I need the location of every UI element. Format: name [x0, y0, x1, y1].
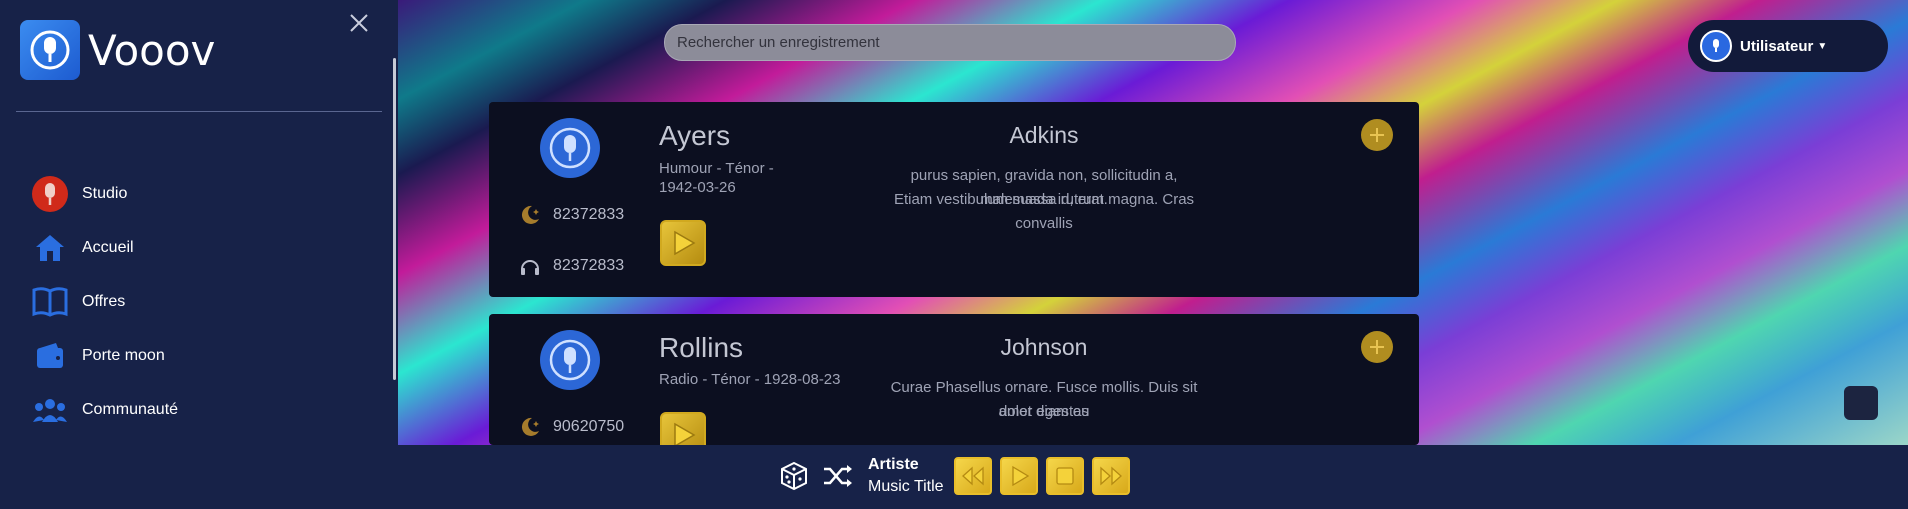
- artist-meta-line1: Humour - Ténor -: [659, 160, 774, 177]
- previous-button[interactable]: [953, 457, 992, 495]
- stop-button[interactable]: [1045, 457, 1084, 495]
- close-icon[interactable]: [348, 12, 370, 34]
- recording-description-line2: Etiam vestibulum massa rutrum magna. Cra…: [893, 191, 1195, 232]
- microphone-icon: [32, 176, 68, 212]
- sidebar-item-label: Porte moon: [82, 347, 165, 364]
- listen-count: 82372833: [553, 257, 625, 274]
- sidebar: Vooov Studio Accueil Offres Porte moon C…: [0, 0, 398, 445]
- next-button[interactable]: [1091, 457, 1130, 495]
- vooov-logo-icon: [20, 20, 80, 80]
- artist-name: Ayers: [659, 120, 731, 151]
- moon-count: 82372833: [553, 206, 625, 223]
- moon-stat: 82372833: [517, 202, 624, 228]
- recording-card[interactable]: 82372833 82372833 Ayers Humour - Ténor -…: [489, 102, 1419, 297]
- sidebar-item-communaute[interactable]: Communauté: [32, 383, 178, 437]
- sidebar-item-label: Accueil: [82, 239, 134, 256]
- sidebar-item-accueil[interactable]: Accueil: [32, 221, 178, 275]
- artist-meta-line2: 1942-03-26: [659, 179, 736, 196]
- app-name: Vooov: [88, 25, 216, 75]
- player-bar: Artiste Music Title: [0, 445, 1908, 509]
- now-playing-title: Music Title: [868, 478, 944, 495]
- user-avatar-icon: [1700, 30, 1732, 62]
- recording-description-line2: dolor egestas: [998, 403, 1090, 420]
- artist-meta-line1: Radio - Ténor - 1928-08-23: [659, 371, 841, 388]
- now-playing: Artiste Music Title: [868, 454, 944, 498]
- sidebar-item-offres[interactable]: Offres: [32, 275, 178, 329]
- sidebar-item-label: Studio: [82, 185, 128, 202]
- artist-avatar-icon: [540, 330, 600, 390]
- user-label: Utilisateur: [1740, 37, 1814, 55]
- dice-icon[interactable]: [776, 458, 812, 494]
- sidebar-item-label: Offres: [82, 293, 126, 310]
- sidebar-item-studio[interactable]: Studio: [32, 167, 178, 221]
- moon-stat: 90620750: [517, 414, 624, 440]
- add-icon[interactable]: [1361, 119, 1393, 151]
- scroll-to-top-button[interactable]: [1844, 386, 1878, 420]
- sidebar-item-porte-moon[interactable]: Porte moon: [32, 329, 178, 383]
- add-icon[interactable]: [1361, 331, 1393, 363]
- wallet-icon: [32, 338, 68, 374]
- sidebar-item-label: Communauté: [82, 401, 179, 418]
- moon-icon: [517, 202, 543, 228]
- sidebar-divider: [16, 111, 382, 112]
- recording-title: Johnson: [1000, 334, 1088, 360]
- shuffle-icon[interactable]: [820, 458, 856, 494]
- recording-card[interactable]: 90620750 Rollins Radio - Ténor - 1928-08…: [489, 314, 1419, 445]
- artist-name: Rollins: [659, 332, 744, 363]
- artist-avatar-icon: [540, 118, 600, 178]
- sidebar-scrollbar[interactable]: [393, 58, 396, 380]
- play-button[interactable]: [660, 412, 706, 445]
- home-icon: [32, 230, 68, 266]
- book-icon: [32, 284, 68, 320]
- play-button[interactable]: [999, 457, 1038, 495]
- chevron-down-icon: ▼: [1817, 40, 1828, 52]
- listen-stat: 82372833: [517, 253, 624, 279]
- headphones-icon: [517, 253, 543, 279]
- sidebar-menu: Studio Accueil Offres Porte moon Communa…: [32, 167, 178, 437]
- search-box[interactable]: [664, 24, 1236, 61]
- recording-title: Adkins: [1009, 122, 1079, 148]
- moon-count: 90620750: [553, 418, 625, 435]
- user-menu-button[interactable]: Utilisateur ▼: [1688, 20, 1888, 72]
- now-playing-artist: Artiste: [868, 456, 919, 473]
- brand[interactable]: Vooov: [20, 20, 215, 80]
- search-input[interactable]: [677, 34, 1223, 51]
- play-button[interactable]: [660, 220, 706, 266]
- moon-icon: [517, 414, 543, 440]
- community-icon: [32, 392, 68, 428]
